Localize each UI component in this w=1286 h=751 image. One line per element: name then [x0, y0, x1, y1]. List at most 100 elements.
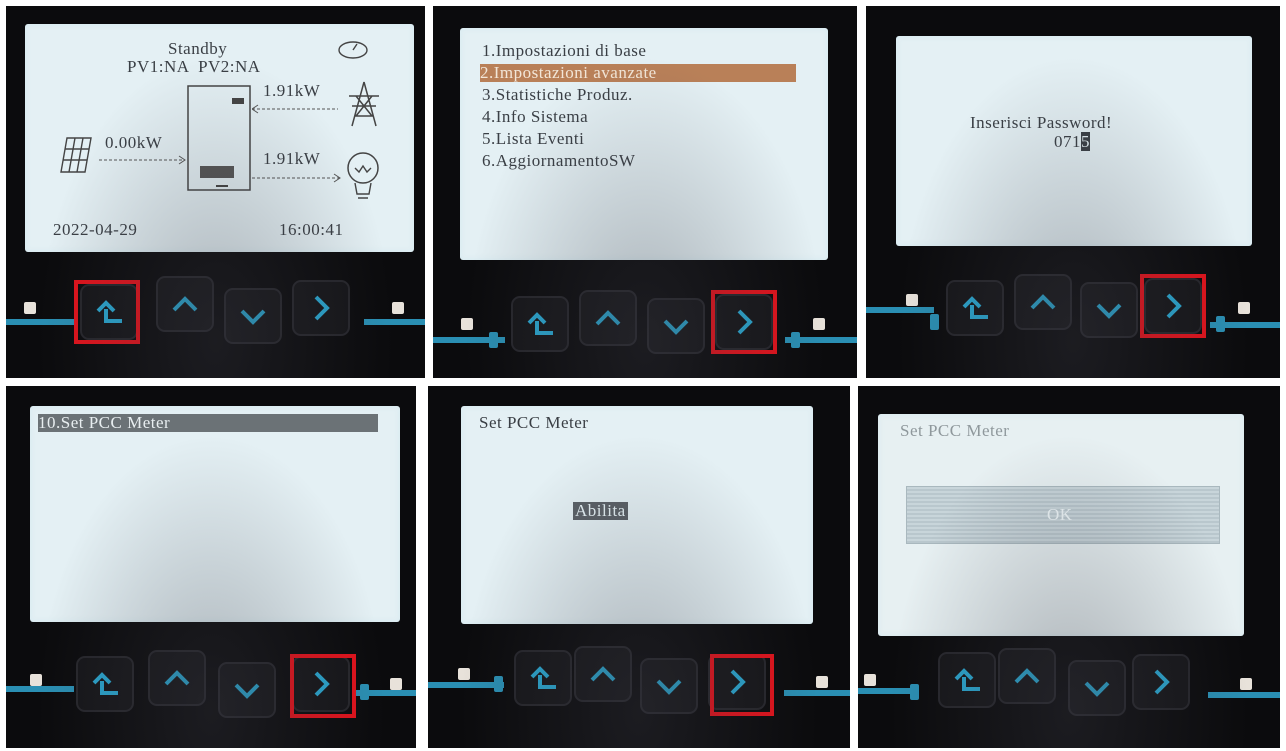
right-button[interactable] — [292, 280, 350, 336]
blue-nub-left — [489, 332, 498, 348]
nub-right — [1240, 678, 1252, 690]
back-up-button[interactable] — [946, 280, 1004, 336]
back-up-icon — [954, 668, 980, 691]
menu-item-1[interactable]: 1.Impostazioni di base — [482, 42, 646, 60]
date-label: 2022-04-29 — [53, 220, 138, 239]
menu-item-2-selected[interactable]: 2.Impostazioni avanzate — [480, 64, 796, 82]
rail-left — [6, 319, 76, 325]
down-icon — [663, 319, 689, 335]
panel-main-menu: 1.Impostazioni di base 2.Impostazioni av… — [433, 6, 857, 378]
lcd-screen: 10.Set PCC Meter — [30, 406, 400, 622]
down-button[interactable] — [224, 288, 282, 344]
nub-right — [392, 302, 404, 314]
right-button[interactable] — [1132, 654, 1190, 710]
back-up-button[interactable] — [938, 652, 996, 708]
rail-right — [784, 690, 850, 696]
down-button[interactable] — [647, 298, 705, 354]
grid-power-value: 1.91kW — [263, 81, 321, 100]
panel-password: Inserisci Password! 0715 — [866, 6, 1280, 378]
highlight-right-button — [290, 654, 356, 718]
down-icon — [656, 679, 682, 695]
up-icon — [172, 296, 198, 312]
nub-left — [24, 302, 36, 314]
rail-right — [364, 319, 425, 325]
light-bulb-icon — [347, 152, 379, 199]
nub-left — [461, 318, 473, 330]
nub-right — [816, 676, 828, 688]
grid-line — [252, 104, 338, 114]
down-button[interactable] — [1080, 282, 1138, 338]
rail-left — [866, 307, 934, 313]
menu-item-6[interactable]: 6.AggiornamentoSW — [482, 152, 635, 170]
password-prompt: Inserisci Password! — [970, 113, 1113, 132]
up-button[interactable] — [156, 276, 214, 332]
panel-pcc-enable: Set PCC Meter Abilita — [428, 386, 850, 748]
highlight-right-button — [711, 290, 777, 354]
down-button[interactable] — [218, 662, 276, 718]
panel-home-screen: Standby PV1:NA PV2:NA 1.91kW 0.00kW 1.91… — [6, 6, 425, 378]
up-icon — [1014, 668, 1040, 684]
nub-right — [1238, 302, 1250, 314]
panel-pcc-ok: Set PCC Meter OK — [858, 386, 1280, 748]
down-icon — [1096, 303, 1122, 319]
up-button[interactable] — [1014, 274, 1072, 330]
menu-item-label: 10.Set PCC Meter — [38, 413, 171, 432]
load-power-value: 1.91kW — [263, 149, 321, 168]
nub-left — [906, 294, 918, 306]
up-button[interactable] — [574, 646, 632, 702]
nub-left — [864, 674, 876, 686]
back-up-icon — [962, 296, 988, 319]
nub-left — [30, 674, 42, 686]
menu-item-4[interactable]: 4.Info Sistema — [482, 108, 588, 126]
rail-right — [1208, 692, 1280, 698]
back-up-button[interactable] — [76, 656, 134, 712]
lcd-screen: Standby PV1:NA PV2:NA 1.91kW 0.00kW 1.91… — [25, 24, 414, 252]
down-icon — [1084, 681, 1110, 697]
down-icon — [234, 683, 260, 699]
up-icon — [590, 666, 616, 682]
up-button[interactable] — [998, 648, 1056, 704]
up-icon — [1030, 294, 1056, 310]
pv-power-value: 0.00kW — [105, 133, 163, 152]
down-icon — [240, 309, 266, 325]
blue-nub-right — [1216, 316, 1225, 332]
solar-panel-icon — [60, 137, 92, 173]
back-up-button[interactable] — [514, 650, 572, 706]
up-button[interactable] — [579, 290, 637, 346]
blue-nub-left — [910, 684, 919, 700]
rail-left — [858, 688, 918, 694]
password-field[interactable]: 0715 — [1054, 132, 1090, 151]
menu-item-3[interactable]: 3.Statistiche Produz. — [482, 86, 633, 104]
lcd-screen: Inserisci Password! 0715 — [896, 36, 1252, 246]
meter-icon — [338, 41, 368, 59]
right-icon — [1154, 669, 1170, 695]
back-up-button[interactable] — [511, 296, 569, 352]
rail-left — [428, 682, 504, 688]
ok-label: OK — [1047, 505, 1073, 524]
menu-item-set-pcc-meter-selected[interactable]: 10.Set PCC Meter — [38, 414, 378, 432]
up-button[interactable] — [148, 650, 206, 706]
ok-bar[interactable]: OK — [906, 486, 1220, 544]
down-button[interactable] — [640, 658, 698, 714]
panel-pcc-menu: 10.Set PCC Meter — [6, 386, 416, 748]
screen-title: Set PCC Meter — [479, 413, 589, 432]
down-button[interactable] — [1068, 660, 1126, 716]
screen-title: Set PCC Meter — [900, 421, 1010, 440]
status-label: Standby — [168, 39, 228, 58]
back-up-icon — [530, 666, 556, 689]
grid-tower-icon — [349, 81, 379, 127]
back-up-icon — [527, 312, 553, 335]
blue-nub-left — [494, 676, 503, 692]
nub-right — [813, 318, 825, 330]
enable-option-selected[interactable]: Abilita — [573, 502, 628, 520]
blue-nub-right — [360, 684, 369, 700]
menu-item-5[interactable]: 5.Lista Eventi — [482, 130, 584, 148]
back-up-icon — [92, 672, 118, 695]
lcd-screen: Set PCC Meter Abilita — [461, 406, 813, 624]
highlight-right-button — [710, 654, 774, 716]
up-icon — [595, 310, 621, 326]
highlight-right-button — [1140, 274, 1206, 338]
blue-nub-left — [930, 314, 939, 330]
load-line — [252, 173, 341, 183]
password-cursor: 5 — [1081, 132, 1090, 151]
